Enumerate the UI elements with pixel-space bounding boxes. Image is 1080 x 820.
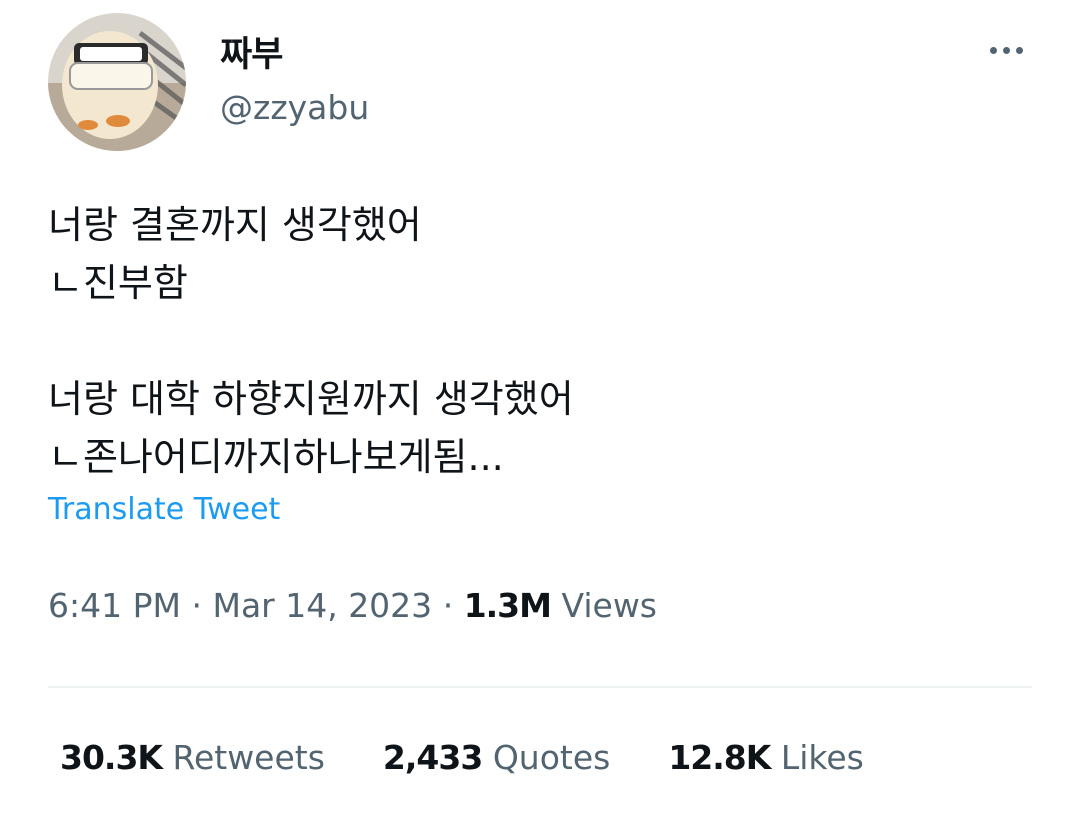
more-horizontal-icon [1002, 46, 1010, 54]
likes-stat[interactable]: 12.8K Likes [668, 738, 863, 777]
user-handle[interactable]: @zzyabu [220, 88, 369, 127]
tweet-text-line: 너랑 대학 하향지원까지 생각했어 [48, 377, 574, 421]
tweet-time[interactable]: 6:41 PM [48, 586, 181, 625]
more-options-button[interactable] [980, 30, 1032, 70]
tweet-metadata: 6:41 PM · Mar 14, 2023 · 1.3M Views [48, 586, 657, 625]
display-name[interactable]: 짜부 [220, 26, 283, 77]
engagement-stats: 30.3K Retweets 2,433 Quotes 12.8K Likes [60, 738, 922, 777]
translate-tweet-link[interactable]: Translate Tweet [48, 492, 280, 527]
likes-label: Likes [780, 738, 864, 777]
tweet-detail: 짜부 @zzyabu 너랑 결혼까지 생각했어 ㄴ진부함 너랑 대학 하향지원까… [0, 0, 1080, 820]
meta-separator: · [191, 586, 202, 625]
avatar[interactable] [48, 13, 186, 151]
avatar-image [48, 13, 186, 151]
likes-count: 12.8K [668, 738, 771, 777]
meta-separator: · [442, 586, 454, 625]
views-count: 1.3M [463, 586, 552, 625]
retweets-stat[interactable]: 30.3K Retweets [60, 738, 325, 777]
tweet-date[interactable]: Mar 14, 2023 [212, 586, 432, 625]
more-horizontal-icon [1015, 46, 1023, 54]
quotes-stat[interactable]: 2,433 Quotes [383, 738, 610, 777]
divider [48, 686, 1032, 688]
tweet-text-line: ㄴ존나어디까지하나보게됨... [48, 435, 504, 479]
more-horizontal-icon [989, 46, 997, 54]
tweet-text-line: ㄴ진부함 [48, 261, 188, 305]
tweet-text-spacer [48, 312, 1028, 370]
retweets-count: 30.3K [60, 738, 163, 777]
tweet-text-line: 너랑 결혼까지 생각했어 [48, 203, 422, 247]
quotes-label: Quotes [492, 738, 611, 777]
retweets-label: Retweets [172, 738, 325, 777]
tweet-text: 너랑 결혼까지 생각했어 ㄴ진부함 너랑 대학 하향지원까지 생각했어 ㄴ존나어… [48, 196, 1028, 486]
quotes-count: 2,433 [382, 738, 483, 777]
views-label: Views [561, 586, 658, 625]
